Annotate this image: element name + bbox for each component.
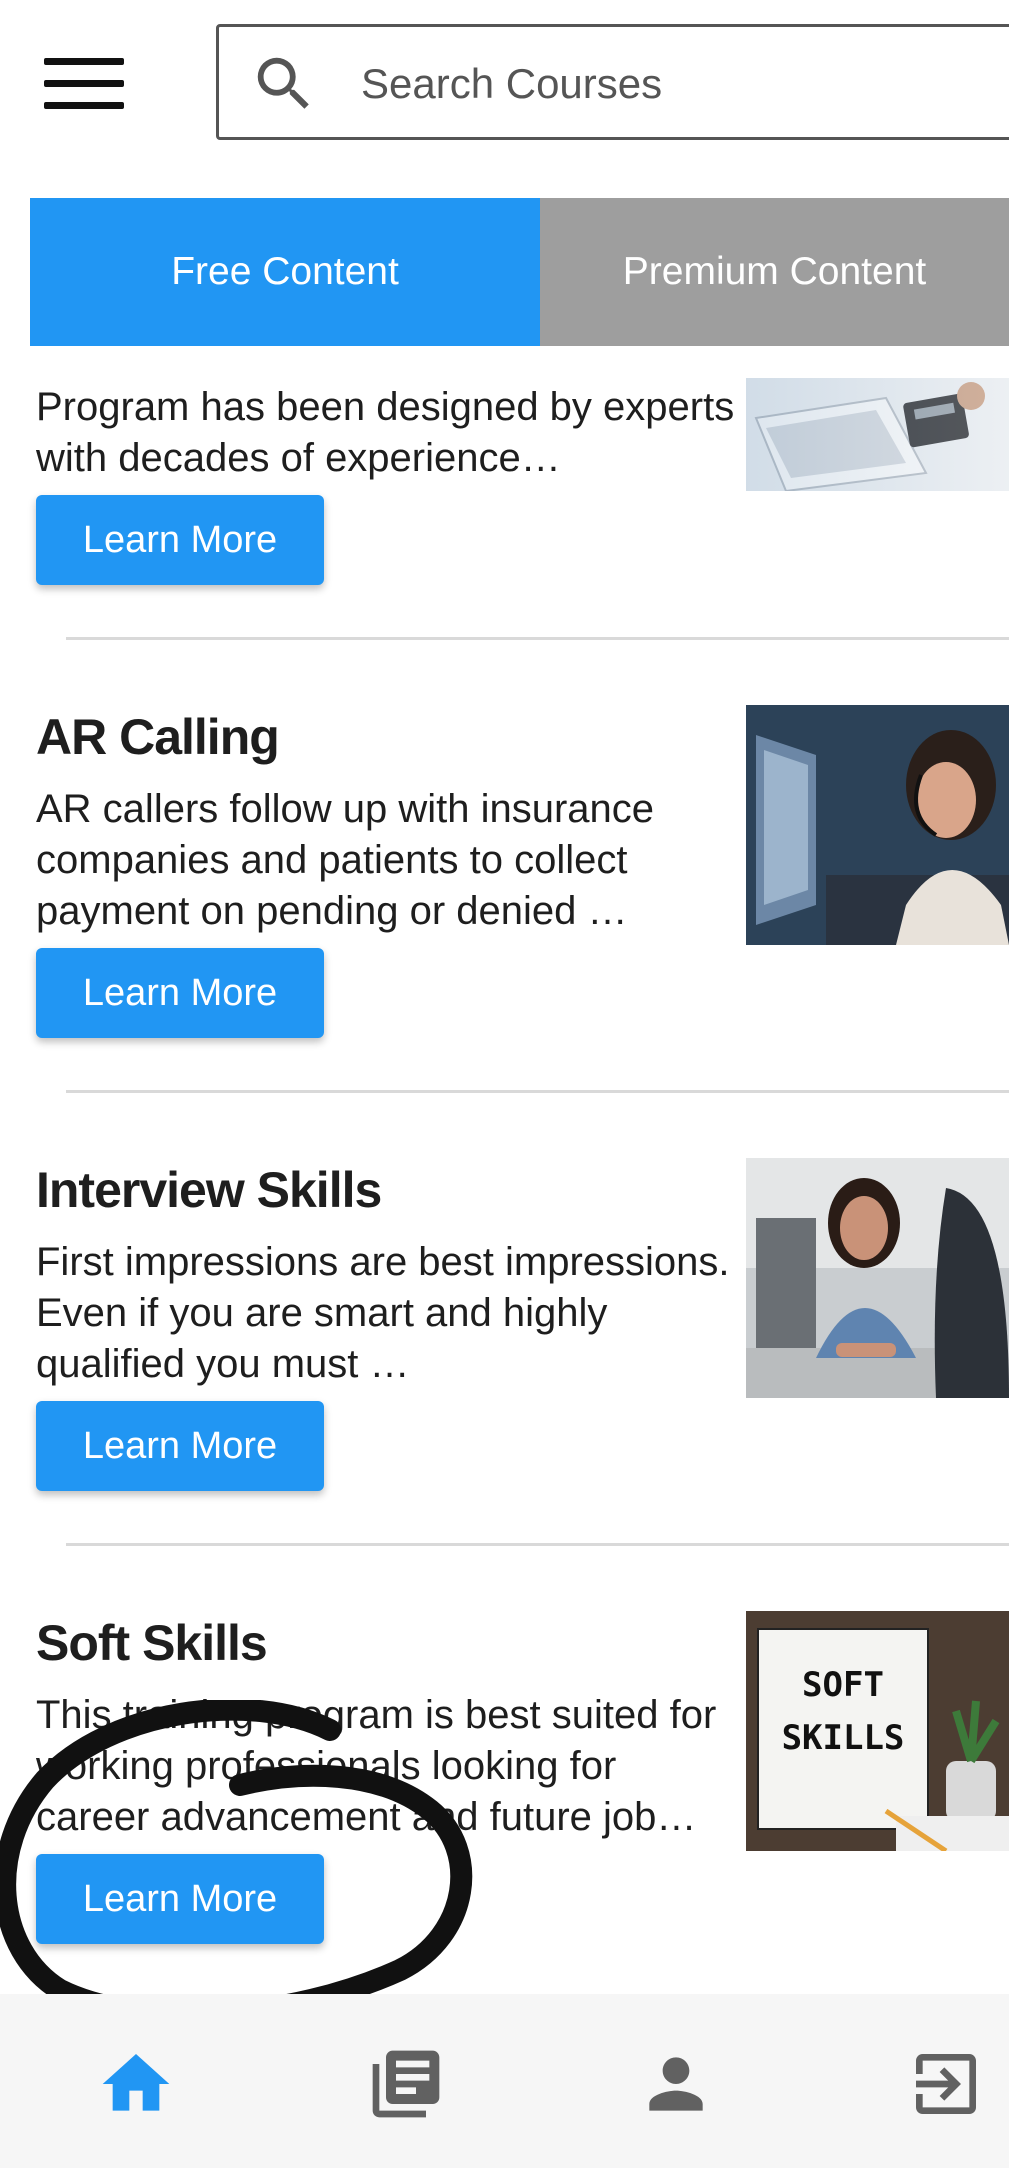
profile-icon[interactable] (636, 2044, 716, 2124)
course-card: Interview Skills First impressions are b… (0, 1153, 1009, 1533)
tab-free-content[interactable]: Free Content (30, 198, 540, 346)
course-thumbnail (746, 1158, 1009, 1398)
course-title: Interview Skills (36, 1162, 382, 1218)
course-card: Program has been designed by experts wit… (0, 346, 1009, 646)
search-bar[interactable] (216, 24, 1009, 140)
search-icon (257, 57, 309, 109)
tab-premium-content[interactable]: Premium Content (540, 198, 1009, 346)
divider (66, 1543, 1009, 1546)
learn-more-button[interactable]: Learn More (36, 1401, 324, 1491)
search-input[interactable] (361, 49, 961, 119)
menu-line (44, 102, 124, 109)
menu-line (44, 80, 124, 87)
course-card: Soft Skills This training program is bes… (0, 1606, 1009, 1986)
library-icon[interactable] (366, 2044, 446, 2124)
divider (66, 1090, 1009, 1093)
lightbox-text-line-1: SOFT (802, 1665, 884, 1705)
content-tabs: Free Content Premium Content (30, 198, 1009, 346)
lightbox-text-line-2: SKILLS (782, 1718, 905, 1758)
course-description: First impressions are best impressions. … (36, 1240, 730, 1386)
course-description: AR callers follow up with insurance comp… (36, 787, 655, 933)
hamburger-menu-button[interactable] (44, 58, 124, 110)
divider (66, 637, 1009, 640)
menu-line (44, 58, 124, 65)
learn-more-button[interactable]: Learn More (36, 495, 324, 585)
course-description: Program has been designed by experts wit… (36, 385, 735, 480)
bottom-navigation-bar (0, 1994, 1009, 2168)
home-icon[interactable] (96, 2044, 176, 2124)
course-card: AR Calling AR callers follow up with ins… (0, 700, 1009, 1080)
course-thumbnail (746, 705, 1009, 945)
learn-more-button[interactable]: Learn More (36, 948, 324, 1038)
course-description: This training program is best suited for… (36, 1693, 717, 1839)
course-title: AR Calling (36, 709, 280, 765)
course-thumbnail (746, 378, 1009, 491)
logout-icon[interactable] (906, 2044, 986, 2124)
course-thumbnail: SOFT SKILLS (746, 1611, 1009, 1851)
course-title: Soft Skills (36, 1615, 268, 1671)
learn-more-button[interactable]: Learn More (36, 1854, 324, 1944)
